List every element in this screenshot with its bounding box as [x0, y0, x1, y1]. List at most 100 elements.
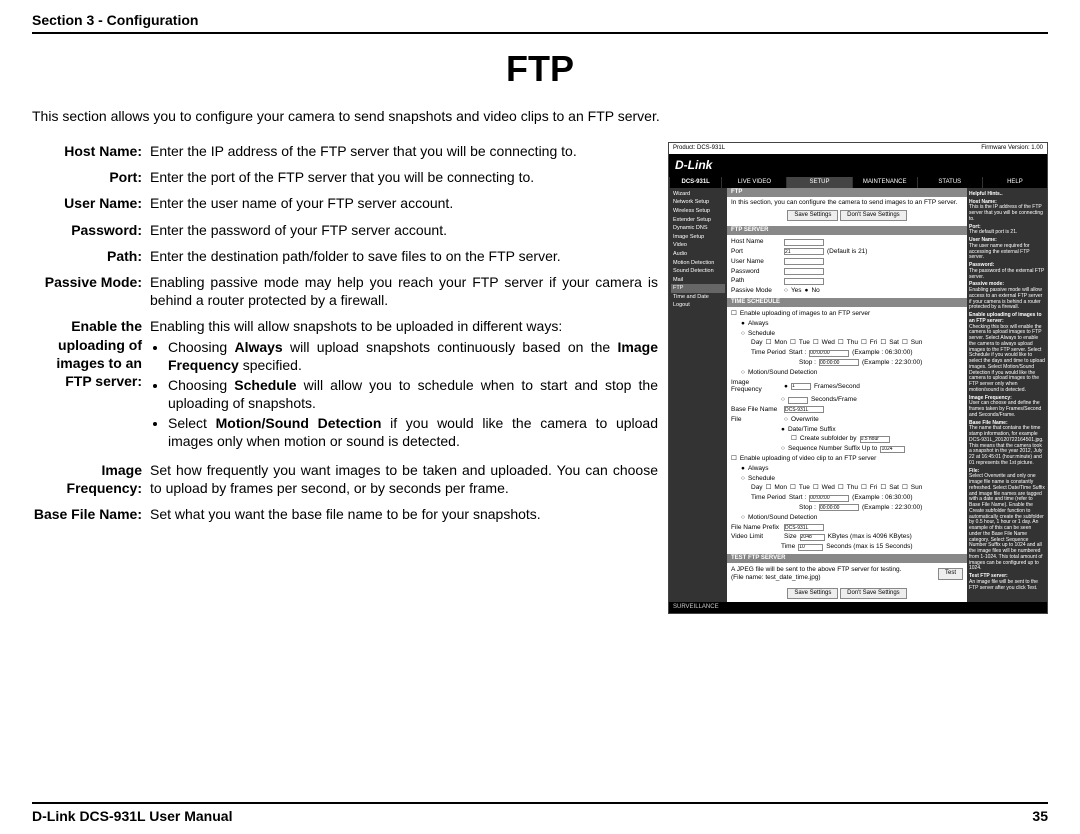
label-path: Path: — [32, 247, 150, 265]
day-mon-v[interactable]: Mon — [774, 484, 787, 492]
side-wizard[interactable]: Wizard — [671, 190, 725, 199]
bfn-input[interactable] — [784, 406, 824, 413]
test-button[interactable]: Test — [938, 568, 963, 579]
passive-no[interactable]: No — [811, 287, 819, 295]
tab-setup[interactable]: SETUP — [786, 177, 851, 188]
if-spf-lbl: Seconds/Frame — [811, 396, 857, 404]
shot-model: DCS-931L — [669, 177, 721, 188]
side-extender[interactable]: Extender Setup — [671, 216, 725, 225]
f-port-lbl: Port — [731, 248, 781, 256]
footer-manual: D-Link DCS-931L User Manual — [32, 808, 232, 824]
day-mon[interactable]: Mon — [774, 339, 787, 347]
tp-stop-lbl: Stop : — [799, 359, 816, 367]
side-wireless[interactable]: Wireless Setup — [671, 207, 725, 216]
tp-stop-input[interactable] — [819, 359, 859, 366]
desc-enable-intro: Enabling this will allow snapshots to be… — [150, 318, 562, 334]
file-overwrite[interactable]: Overwrite — [791, 416, 819, 424]
opt-schedule-v[interactable]: Schedule — [748, 475, 775, 483]
side-video[interactable]: Video — [671, 241, 725, 250]
side-ddns[interactable]: Dynamic DNS — [671, 224, 725, 233]
pass-input[interactable] — [784, 268, 824, 275]
day-wed-v[interactable]: Wed — [822, 484, 835, 492]
if-fps-input[interactable] — [791, 383, 811, 390]
opt-always[interactable]: Always — [748, 320, 769, 328]
side-audio[interactable]: Audio — [671, 250, 725, 259]
save-button-bottom[interactable]: Save Settings — [787, 588, 838, 599]
file-subfolder[interactable]: Create subfolder by — [800, 435, 857, 443]
label-enable: Enable the uploading of images to an FTP… — [32, 317, 150, 452]
label-basefile: Base File Name: — [32, 505, 150, 523]
opt-schedule[interactable]: Schedule — [748, 330, 775, 338]
side-motion[interactable]: Motion Detection — [671, 259, 725, 268]
section-test-ftp: TEST FTP SERVER — [727, 554, 967, 563]
desc-passive: Enabling passive mode may help you reach… — [150, 273, 658, 309]
side-sound[interactable]: Sound Detection — [671, 267, 725, 276]
desc-host: Enter the IP address of the FTP server t… — [150, 142, 658, 160]
day-sat-v[interactable]: Sat — [889, 484, 899, 492]
bullet-schedule: Choosing Schedule will allow you to sche… — [168, 376, 658, 412]
shot-fw: Firmware Version: 1.00 — [981, 145, 1043, 152]
helpful-hints: Helpful Hints.. Host Name:This is the IP… — [967, 188, 1047, 602]
seqnum-input[interactable] — [880, 446, 905, 453]
day-thu[interactable]: Thu — [847, 339, 858, 347]
vl-time-input[interactable] — [798, 544, 823, 551]
h-file-d: Select Overwrite and only one image file… — [969, 474, 1045, 572]
user-input[interactable] — [784, 258, 824, 265]
day-sat[interactable]: Sat — [889, 339, 899, 347]
shot-sidebar: Wizard Network Setup Wireless Setup Exte… — [669, 188, 727, 602]
day-fri[interactable]: Fri — [870, 339, 878, 347]
config-screenshot: Product: DCS-931LFirmware Version: 1.00 … — [668, 142, 1048, 614]
h-port-d: The default port is 21. — [969, 230, 1045, 236]
tp-start-input[interactable] — [809, 350, 849, 357]
dont-save-button-bottom[interactable]: Don't Save Settings — [840, 588, 907, 599]
tab-live[interactable]: LIVE VIDEO — [721, 177, 786, 188]
tp-ex2: (Example : 22:30:00) — [862, 359, 922, 367]
lbl-fnp: File Name Prefix — [731, 524, 781, 532]
tp-stop-input-v[interactable] — [819, 504, 859, 511]
fnp-input[interactable] — [784, 524, 824, 531]
if-spf-input[interactable] — [788, 397, 808, 404]
path-input[interactable] — [784, 278, 824, 285]
passive-yes[interactable]: Yes — [791, 287, 802, 295]
hints-title: Helpful Hints.. — [969, 192, 1045, 198]
side-time[interactable]: Time and Date — [671, 293, 725, 302]
file-seqnum[interactable]: Sequence Number Suffix Up to — [788, 445, 878, 453]
vl-size-lbl: Size — [784, 533, 797, 541]
chk-enable-img[interactable]: Enable uploading of images to an FTP ser… — [740, 310, 870, 318]
day-thu-v[interactable]: Thu — [847, 484, 858, 492]
file-datetime[interactable]: Date/Time Suffix — [788, 426, 836, 434]
port-input[interactable] — [784, 248, 824, 255]
day-wed[interactable]: Wed — [822, 339, 835, 347]
test-desc: A JPEG file will be sent to the above FT… — [731, 566, 901, 573]
opt-motion[interactable]: Motion/Sound Detection — [748, 369, 817, 377]
day-sun-v[interactable]: Sun — [911, 484, 923, 492]
day-sun[interactable]: Sun — [911, 339, 923, 347]
tab-maint[interactable]: MAINTENANCE — [852, 177, 917, 188]
vl-size-input[interactable] — [800, 534, 825, 541]
h-pass-d: The password of the external FTP server. — [969, 269, 1045, 281]
host-input[interactable] — [784, 239, 824, 246]
side-ftp[interactable]: FTP — [671, 284, 725, 293]
opt-motion-v[interactable]: Motion/Sound Detection — [748, 514, 817, 522]
side-network[interactable]: Network Setup — [671, 198, 725, 207]
section-header: Section 3 - Configuration — [32, 12, 1048, 34]
day-tue-v[interactable]: Tue — [799, 484, 810, 492]
side-image[interactable]: Image Setup — [671, 233, 725, 242]
side-mail[interactable]: Mail — [671, 276, 725, 285]
test-fn: (File name: test_date_time.jpg) — [731, 574, 821, 581]
day-fri-v[interactable]: Fri — [870, 484, 878, 492]
tp-ex1-v: (Example : 06:30:00) — [852, 494, 912, 502]
subfolder-input[interactable] — [860, 436, 890, 443]
tp-start-input-v[interactable] — [809, 495, 849, 502]
opt-always-v[interactable]: Always — [748, 465, 769, 473]
tab-status[interactable]: STATUS — [917, 177, 982, 188]
lbl-vl: Video Limit — [731, 533, 781, 541]
save-button-top[interactable]: Save Settings — [787, 210, 838, 221]
section-time-schedule: TIME SCHEDULE — [727, 298, 967, 307]
day-tue[interactable]: Tue — [799, 339, 810, 347]
tab-help[interactable]: HELP — [982, 177, 1047, 188]
tp-start-lbl-v: Start : — [789, 494, 806, 502]
side-logout[interactable]: Logout — [671, 301, 725, 310]
chk-enable-vid[interactable]: Enable uploading of video clip to an FTP… — [740, 455, 876, 463]
dont-save-button-top[interactable]: Don't Save Settings — [840, 210, 907, 221]
